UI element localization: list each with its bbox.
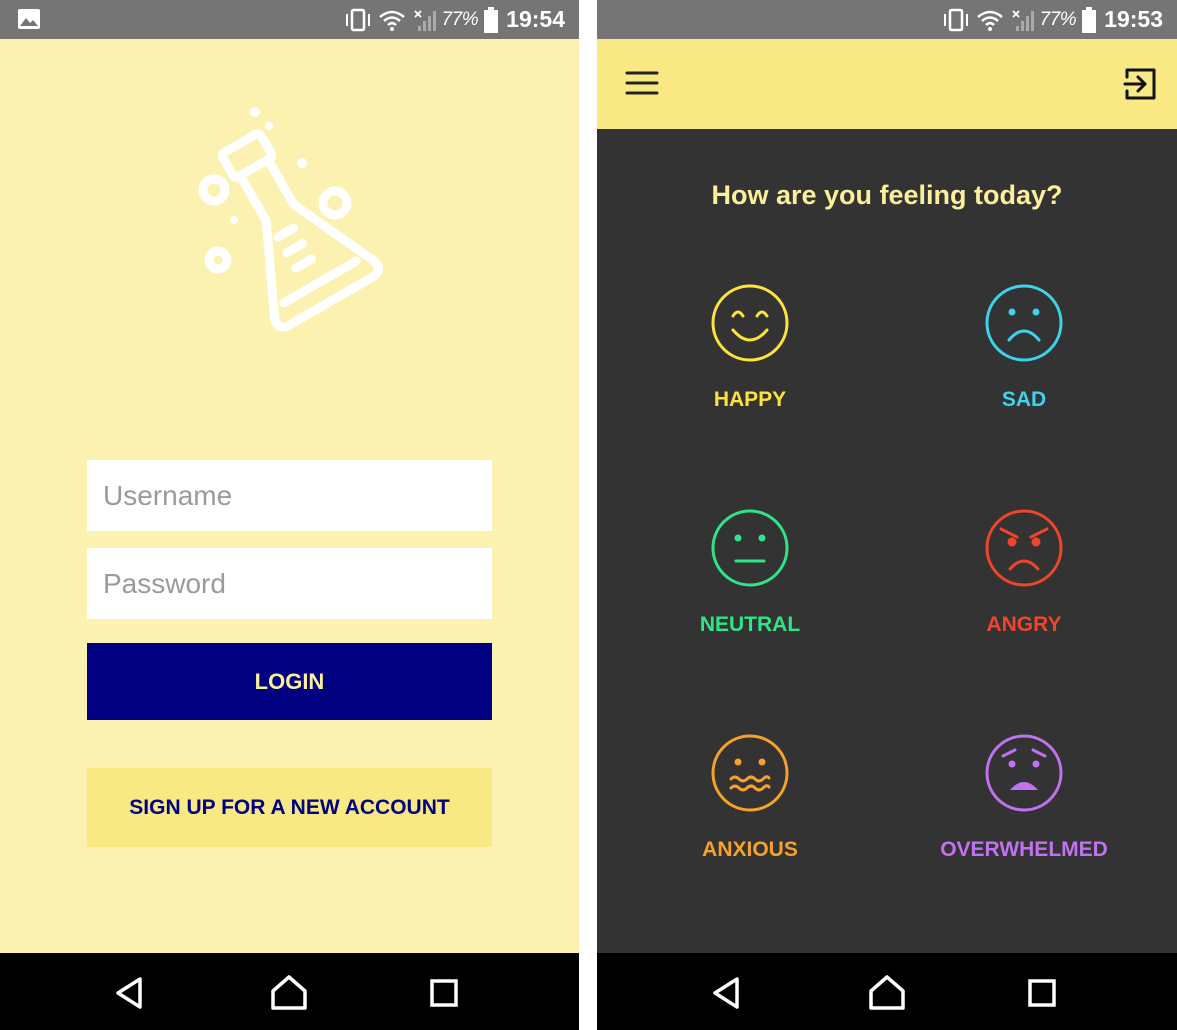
username-input[interactable]	[87, 460, 492, 531]
login-screen: 77% 19:54 Username LOGIN SIGN UP FOR A N…	[0, 0, 579, 1030]
app-bar	[597, 39, 1177, 129]
wifi-icon	[378, 10, 405, 31]
mood-label: OVERWHELMED	[940, 838, 1108, 861]
status-time: 19:54	[506, 6, 565, 32]
recents-icon[interactable]	[1022, 973, 1062, 1013]
no-signal-icon	[414, 9, 436, 31]
signup-button[interactable]: SIGN UP FOR A NEW ACCOUNT	[87, 768, 492, 847]
mood-option-neutral[interactable]: NEUTRAL	[640, 507, 860, 657]
flask-logo-icon	[198, 107, 383, 332]
mood-screen: 77% 19:53 How are you feeling today? HAP…	[597, 0, 1177, 1030]
battery-percent: 77%	[441, 8, 479, 30]
wifi-icon	[976, 10, 1003, 31]
recents-icon[interactable]	[424, 973, 464, 1013]
status-bar: 77% 19:54	[0, 0, 579, 39]
status-time: 19:53	[1104, 6, 1163, 32]
gallery-notification-icon	[18, 9, 40, 29]
mood-label: SAD	[1001, 388, 1047, 411]
hamburger-menu-icon[interactable]	[625, 69, 659, 97]
logout-icon[interactable]	[1123, 67, 1157, 101]
login-button[interactable]: LOGIN	[87, 643, 492, 720]
mood-label: ANGRY	[986, 613, 1062, 636]
mood-label: HAPPY	[713, 388, 787, 411]
vibrate-icon	[943, 8, 968, 31]
mood-question: How are you feeling today?	[711, 180, 1063, 210]
battery-percent: 77%	[1039, 8, 1077, 30]
mood-label: ANXIOUS	[702, 838, 798, 861]
mood-option-overwhelmed[interactable]: OVERWHELMED	[914, 732, 1134, 882]
status-bar: 77% 19:53	[597, 0, 1177, 39]
back-icon[interactable]	[110, 973, 150, 1013]
mood-label: NEUTRAL	[699, 613, 801, 636]
home-icon[interactable]	[867, 973, 907, 1013]
anxious-face-icon	[711, 734, 789, 812]
mood-option-anxious[interactable]: ANXIOUS	[640, 732, 860, 882]
battery-icon	[484, 6, 499, 33]
neutral-face-icon	[711, 509, 789, 587]
angry-face-icon	[985, 509, 1063, 587]
happy-face-icon	[711, 284, 789, 362]
mood-option-sad[interactable]: SAD	[914, 282, 1134, 432]
mood-option-angry[interactable]: ANGRY	[914, 507, 1134, 657]
navigation-bar	[597, 953, 1177, 1030]
overwhelmed-face-icon	[985, 734, 1063, 812]
battery-icon	[1082, 6, 1097, 33]
mood-option-happy[interactable]: HAPPY	[640, 282, 860, 432]
password-input[interactable]	[87, 548, 492, 619]
sad-face-icon	[985, 284, 1063, 362]
navigation-bar	[0, 953, 579, 1030]
vibrate-icon	[345, 8, 370, 31]
home-icon[interactable]	[269, 973, 309, 1013]
no-signal-icon	[1012, 9, 1034, 31]
back-icon[interactable]	[707, 973, 747, 1013]
